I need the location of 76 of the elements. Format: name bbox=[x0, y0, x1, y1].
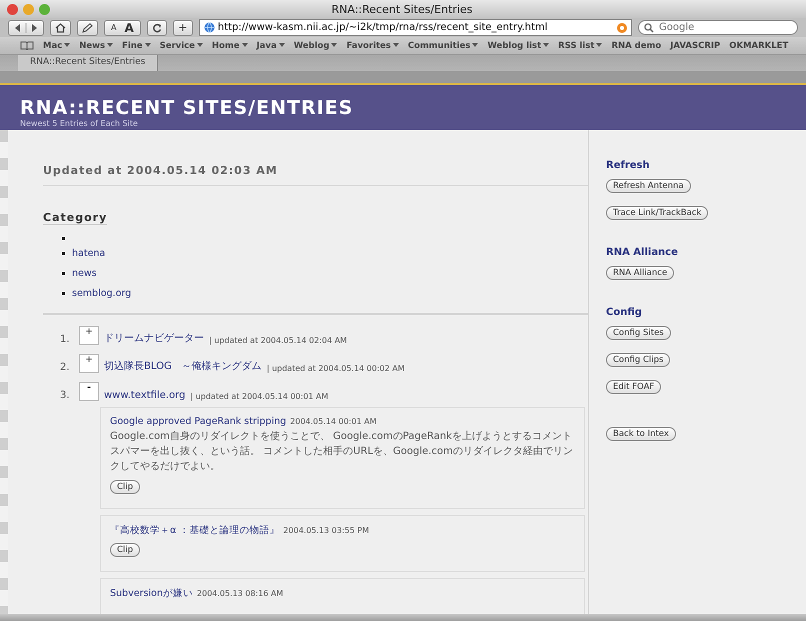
rss-icon[interactable] bbox=[617, 22, 627, 32]
category-link[interactable]: semblog.org bbox=[72, 288, 132, 298]
entry-link[interactable]: 『高校数学＋α ：基礎と論理の物語』 bbox=[110, 524, 280, 537]
home-icon bbox=[55, 22, 66, 32]
window-title: RNA::Recent Sites/Entries bbox=[332, 2, 472, 16]
category-heading: Category bbox=[43, 211, 108, 225]
entry-link[interactable]: Subversionが嫌い bbox=[110, 587, 193, 600]
clip-button[interactable]: Clip bbox=[110, 480, 140, 494]
text-larger-button[interactable]: A bbox=[122, 20, 136, 34]
bookmark-item[interactable]: News bbox=[79, 40, 114, 50]
edit-button[interactable] bbox=[77, 20, 98, 36]
site-link[interactable]: www.textfile.org bbox=[104, 390, 186, 401]
bookmark-item[interactable]: Home bbox=[212, 40, 248, 50]
sidebar-heading: Refresh bbox=[606, 160, 651, 171]
category-link[interactable]: hatena bbox=[72, 248, 106, 258]
site-updated: | updated at 2004.05.14 00:01 AM bbox=[190, 392, 328, 401]
close-button[interactable] bbox=[7, 4, 18, 14]
reload-button[interactable] bbox=[146, 20, 167, 36]
sidebar-heading: Config bbox=[606, 307, 643, 318]
updated-heading: Updated at 2004.05.14 02:03 AM bbox=[43, 164, 588, 186]
site-updated: | updated at 2004.05.14 02:04 AM bbox=[209, 336, 347, 345]
browser-tab[interactable]: RNA::Recent Sites/Entries bbox=[18, 55, 158, 71]
search-icon bbox=[644, 23, 654, 33]
toggle-button[interactable]: + bbox=[79, 354, 99, 373]
add-bookmark-button[interactable]: + bbox=[172, 20, 193, 36]
sidebar-heading: RNA Alliance bbox=[606, 247, 679, 258]
list-number: 2. bbox=[60, 362, 71, 373]
bookmark-item[interactable]: Fine bbox=[122, 40, 151, 50]
bookmark-item[interactable]: Service bbox=[160, 40, 203, 50]
back-forward-icon bbox=[13, 22, 39, 32]
category-link[interactable]: news bbox=[72, 268, 97, 278]
search-field[interactable]: Google bbox=[638, 20, 798, 35]
sidebar-button[interactable]: Trace Link/TrackBack bbox=[606, 206, 708, 220]
entry-link[interactable]: Google approved PageRank stripping bbox=[110, 416, 286, 427]
sidebar-button[interactable]: Config Sites bbox=[606, 326, 671, 340]
list-number: 1. bbox=[60, 334, 71, 345]
bookmark-item[interactable]: RSS list bbox=[558, 40, 602, 50]
bookmark-item[interactable]: Weblog list bbox=[487, 40, 550, 50]
bookmark-item[interactable]: Weblog bbox=[294, 40, 338, 50]
bullet-icon bbox=[62, 252, 65, 254]
site-link[interactable]: ドリームナビゲーター bbox=[104, 331, 204, 345]
sidebar-button[interactable]: Config Clips bbox=[606, 353, 670, 367]
back-forward-button[interactable] bbox=[8, 20, 44, 36]
bullet-icon bbox=[62, 272, 65, 274]
entry-date: 2004.05.13 08:16 AM bbox=[196, 589, 284, 598]
pencil-icon bbox=[82, 22, 93, 32]
toggle-button[interactable]: + bbox=[79, 326, 99, 345]
clip-button[interactable]: Clip bbox=[110, 543, 140, 557]
bookmark-item[interactable]: Mac bbox=[43, 40, 70, 50]
bullet-icon bbox=[62, 292, 65, 294]
entry-date: 2004.05.13 03:55 PM bbox=[283, 526, 369, 535]
entry-date: 2004.05.14 00:01 AM bbox=[290, 417, 376, 426]
toggle-button[interactable]: - bbox=[79, 382, 99, 401]
bullet-icon bbox=[62, 236, 65, 240]
bookmark-item[interactable]: OKMARKLET bbox=[729, 40, 788, 50]
site-updated: | updated at 2004.05.14 00:02 AM bbox=[266, 364, 405, 373]
address-field[interactable]: http://www-kasm.nii.ac.jp/~i2k/tmp/rna/rss/recent_site_entry.html bbox=[198, 19, 632, 36]
bookmark-item[interactable]: RNA demo bbox=[611, 40, 662, 50]
list-number: 3. bbox=[60, 390, 71, 401]
home-button[interactable] bbox=[50, 20, 71, 36]
bookmark-item[interactable]: Java bbox=[256, 40, 285, 50]
sidebar-button[interactable]: RNA Alliance bbox=[606, 266, 674, 280]
sidebar-button[interactable]: Refresh Antenna bbox=[606, 179, 691, 193]
bookmark-item[interactable]: Favorites bbox=[346, 40, 399, 50]
bookmark-item[interactable]: JAVASCRIP bbox=[670, 40, 720, 50]
text-smaller-button[interactable]: A bbox=[109, 20, 118, 34]
reload-icon bbox=[152, 22, 162, 32]
sidebar-button[interactable]: Back to Intex bbox=[606, 427, 676, 441]
entry-text: Google.com自身のリダイレクトを使うことで、 Google.comのPageRankを上げようとするコメントスパマーを出し抜く、という話。 コメントした相手のURLを、Google.comのリダイレクタ経由でリンクしてやるだけでよい。 bbox=[110, 430, 574, 474]
page-title: RNA::RECENT SITES/ENTRIES bbox=[20, 97, 354, 119]
page-subtitle: Newest 5 Entries of Each Site bbox=[20, 119, 139, 128]
globe-icon bbox=[204, 22, 215, 33]
site-link[interactable]: 切込隊長BLOG ～俺様キングダム bbox=[104, 359, 262, 373]
bookmark-item[interactable]: Communities bbox=[408, 40, 478, 50]
sidebar-button[interactable]: Edit FOAF bbox=[606, 380, 662, 394]
book-icon[interactable] bbox=[20, 41, 34, 50]
